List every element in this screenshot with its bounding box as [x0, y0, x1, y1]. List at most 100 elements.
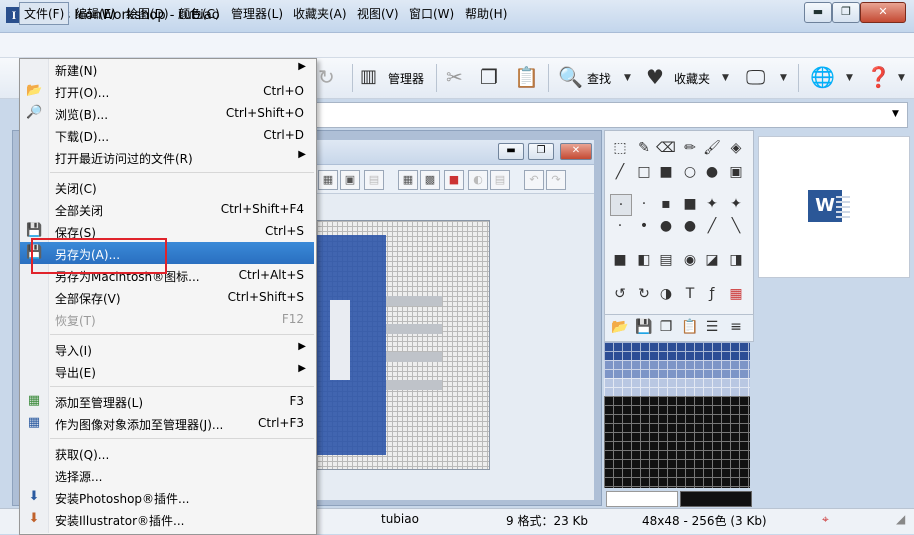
color-icon[interactable]: ■	[444, 170, 464, 190]
menu-file[interactable]: 文件(F)	[19, 2, 70, 25]
monitor-icon[interactable]: 🖵	[746, 66, 765, 88]
find-dropdown-icon[interactable]: ▼	[624, 73, 631, 83]
tool-icon[interactable]: ▤	[490, 170, 510, 190]
gradient-icon[interactable]: ◉	[680, 250, 700, 270]
filled-rectangle-tool-icon[interactable]: ■	[656, 162, 676, 182]
brush-size-icon[interactable]: ▪	[656, 194, 676, 214]
menu-item-new[interactable]: 新建(N) ▶	[20, 58, 314, 80]
menu-item-close-all[interactable]: 全部关闭 Ctrl+Shift+F4	[20, 198, 314, 220]
menu-favorites[interactable]: 收藏夹(A)	[293, 5, 347, 22]
shape-tool-icon[interactable]: ◑	[656, 284, 676, 304]
copy-icon[interactable]: ❐	[480, 66, 498, 88]
monitor-dropdown-icon[interactable]: ▼	[780, 73, 787, 83]
cut-icon[interactable]: ✂	[446, 66, 463, 88]
gradient-icon[interactable]: ▤	[656, 250, 676, 270]
color-picker-icon[interactable]: ▦	[726, 284, 746, 304]
pencil-tool-icon[interactable]: ✏	[680, 138, 700, 158]
palette-paste-icon[interactable]: 📋	[680, 317, 700, 337]
grid-view-icon[interactable]: ▦	[398, 170, 418, 190]
fill-solid-icon[interactable]: ■	[610, 250, 630, 270]
shape-tool-icon[interactable]: ▣	[726, 162, 746, 182]
brush-size-icon[interactable]: ╱	[702, 216, 722, 236]
select-tool-icon[interactable]: ⬚	[610, 138, 630, 158]
brush-size-icon[interactable]: ●	[656, 216, 676, 236]
menu-item-import[interactable]: 导入(I) ▶	[20, 338, 314, 360]
menu-manager[interactable]: 管理器(L)	[231, 5, 283, 22]
menu-color[interactable]: 颜色(C)	[178, 5, 220, 22]
redo-icon[interactable]: ↻	[318, 66, 335, 88]
menu-item-acquire[interactable]: 获取(Q)...	[20, 442, 314, 464]
gradient-icon[interactable]: ◪	[702, 250, 722, 270]
ellipse-tool-icon[interactable]: ○	[680, 162, 700, 182]
menu-item-install-illustrator-plugin[interactable]: ⬇ 安装Illustrator®插件...	[20, 508, 314, 530]
primary-color-swatch[interactable]	[680, 491, 752, 507]
menu-item-download[interactable]: 下载(D)... Ctrl+D	[20, 124, 314, 146]
menu-item-export[interactable]: 导出(E) ▶	[20, 360, 314, 382]
menu-view[interactable]: 视图(V)	[357, 5, 399, 22]
menu-item-save-all[interactable]: 全部保存(V) Ctrl+Shift+S	[20, 286, 314, 308]
secondary-color-swatch[interactable]	[606, 491, 678, 507]
help-icon[interactable]: ❓	[866, 66, 891, 88]
effects-tool-icon[interactable]: ƒ	[702, 284, 722, 304]
document-close-button[interactable]: ✕	[560, 143, 592, 160]
brush-size-icon[interactable]: ■	[680, 194, 700, 214]
brush-size-icon[interactable]: ✦	[702, 194, 722, 214]
filled-ellipse-tool-icon[interactable]: ●	[702, 162, 722, 182]
path-dropdown-icon[interactable]: ▼	[892, 109, 899, 119]
brush-size-icon[interactable]: ·	[610, 216, 630, 236]
favorites-dropdown-icon[interactable]: ▼	[722, 73, 729, 83]
gradient-icon[interactable]: ◨	[726, 250, 746, 270]
path-combobox[interactable]	[316, 102, 908, 128]
grid-icon[interactable]: ▩	[420, 170, 440, 190]
palette-save-icon[interactable]: 💾	[634, 317, 654, 337]
menu-item-recent[interactable]: 打开最近访问过的文件(R) ▶	[20, 146, 314, 168]
manager-icon[interactable]: ▥	[360, 66, 377, 88]
brush-size-icon[interactable]: ✦	[726, 194, 746, 214]
palette-open-icon[interactable]: 📂	[610, 317, 630, 337]
tool-icon[interactable]: ▦	[318, 170, 338, 190]
minimize-button[interactable]: ▬	[804, 2, 832, 23]
menu-item-add-to-manager[interactable]: ▦ 添加至管理器(L) F3	[20, 390, 314, 412]
tool-icon[interactable]: ▣	[340, 170, 360, 190]
menu-item-install-photoshop-plugin[interactable]: ⬇ 安装Photoshop®插件...	[20, 486, 314, 508]
menu-help[interactable]: 帮助(H)	[465, 5, 507, 22]
search-icon[interactable]: 🔍	[558, 66, 583, 88]
brush-size-icon[interactable]: ·	[634, 194, 654, 214]
fill-tool-icon[interactable]: ◈	[726, 138, 746, 158]
menu-draw[interactable]: 绘图(D)	[126, 5, 169, 22]
text-tool-icon[interactable]: T	[680, 284, 700, 304]
document-minimize-button[interactable]: ▬	[498, 143, 524, 160]
menu-edit[interactable]: 编辑(E)	[75, 5, 116, 22]
help-dropdown-icon[interactable]: ▼	[898, 73, 905, 83]
eraser-tool-icon[interactable]: ⌫	[656, 138, 676, 158]
globe-icon[interactable]: 🌐	[810, 66, 835, 88]
menu-item-browse[interactable]: 🔎 浏览(B)... Ctrl+Shift+O	[20, 102, 314, 124]
globe-dropdown-icon[interactable]: ▼	[846, 73, 853, 83]
resize-grip-icon[interactable]: ◢	[896, 512, 905, 526]
gradient-icon[interactable]: ◧	[634, 250, 654, 270]
menu-item-close[interactable]: 关闭(C)	[20, 176, 314, 198]
brush-size-icon[interactable]: ╲	[726, 216, 746, 236]
brush-size-icon[interactable]: ●	[680, 216, 700, 236]
rectangle-tool-icon[interactable]: □	[634, 162, 654, 182]
tool-icon[interactable]: ◐	[468, 170, 488, 190]
document-maximize-button[interactable]: ❐	[528, 143, 554, 160]
palette-list-icon[interactable]: ≡	[726, 317, 746, 337]
line-tool-icon[interactable]: ╱	[610, 162, 630, 182]
menu-item-add-object-to-manager[interactable]: ▦ 作为图像对象添加至管理器(J)... Ctrl+F3	[20, 412, 314, 434]
palette-copy-icon[interactable]: ❐	[656, 317, 676, 337]
undo-icon[interactable]: ↶	[524, 170, 544, 190]
brush-size-icon[interactable]: ·	[610, 194, 632, 216]
paste-icon[interactable]: 📋	[514, 66, 539, 88]
tool-icon[interactable]: ▤	[364, 170, 384, 190]
menu-item-select-source[interactable]: 选择源...	[20, 464, 314, 486]
menu-item-open[interactable]: 📂 打开(O)... Ctrl+O	[20, 80, 314, 102]
brush-size-icon[interactable]: •	[634, 216, 654, 236]
heart-icon[interactable]: ♥	[646, 66, 664, 88]
find-button[interactable]: 查找	[587, 70, 611, 87]
maximize-button[interactable]: ❐	[832, 2, 860, 23]
rotate-left-icon[interactable]: ↺	[610, 284, 630, 304]
close-button[interactable]: ✕	[860, 2, 906, 23]
pen-tool-icon[interactable]: ✎	[634, 138, 654, 158]
rotate-right-icon[interactable]: ↻	[634, 284, 654, 304]
